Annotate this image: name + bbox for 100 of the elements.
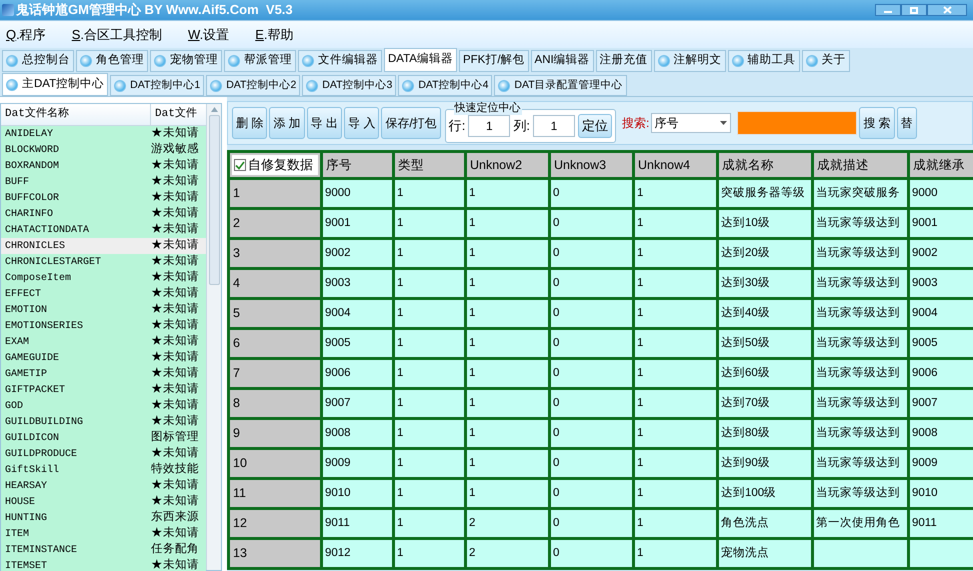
table-cell: 宠物洗点 [718,538,812,568]
tab[interactable]: PFK打/解包 [458,50,529,72]
list-row[interactable]: ITEMSET ★未知请 [1,558,206,571]
column-header[interactable]: 成就描述 [812,152,908,178]
file-description: ★未知请 [151,366,199,382]
auto-repair-checkbox[interactable] [234,159,246,171]
toolbar-button[interactable]: 导 入 [344,107,380,139]
tab[interactable]: DAT控制中心2 [206,75,300,96]
tab[interactable]: DATA编辑器 [384,48,457,72]
menu-item[interactable]: W.设置 [188,24,230,44]
table-cell: 角色洗点 [718,508,812,538]
row-field[interactable]: 1 [468,115,510,137]
file-description: ★未知请 [151,382,199,398]
search-field[interactable] [737,111,858,135]
minimize-button[interactable] [875,4,901,16]
bubble-icon [402,80,414,92]
tab[interactable]: 帮派管理 [224,50,296,72]
file-name: GIFTPACKET [4,384,66,398]
table-cell: 1 [634,418,718,448]
table-cell: 1 [466,208,550,238]
close-button[interactable] [927,4,967,16]
file-description: 特效技能 [151,462,199,478]
tab[interactable]: 文件编辑器 [298,50,382,72]
menu-item[interactable]: E.帮助 [255,24,294,44]
search-button[interactable]: 搜 索 [859,107,895,139]
table-cell: 当玩家等级达到 [812,328,908,358]
column-header[interactable]: 成就继承 [908,152,973,178]
table-cell: 1 [394,508,466,538]
row-header[interactable]: 9 [228,418,322,448]
tab[interactable]: 宠物管理 [150,50,222,72]
table-cell: 达到40级 [718,298,812,328]
table-cell: 1 [394,298,466,328]
toolbar-button[interactable]: 添 加 [269,107,305,139]
bubble-icon [6,78,18,90]
row-header[interactable]: 6 [228,328,322,358]
tab[interactable]: DAT控制中心3 [302,75,396,96]
table-cell: 9002 [908,238,973,268]
column-header[interactable]: 成就名称 [718,152,812,178]
row-header[interactable]: 1 [228,178,322,208]
table-cell: 9005 [322,328,394,358]
column-header[interactable]: Unknow2 [466,152,550,178]
tab[interactable]: 角色管理 [76,50,148,72]
tab[interactable]: 辅助工具 [728,50,800,72]
column-field[interactable]: 1 [532,115,575,137]
column-header[interactable]: Unknow3 [550,152,634,178]
toolbar-button[interactable]: 保存/打包 [381,107,441,139]
table-cell: 9009 [908,448,973,478]
file-name: GOD [4,400,24,414]
tab[interactable]: ANI编辑器 [530,50,594,72]
scrollbar[interactable] [206,104,221,570]
search-button[interactable]: 替 [896,107,917,139]
row-header[interactable]: 5 [228,298,322,328]
column-header[interactable]: 类型 [394,152,466,178]
table-cell: 0 [550,448,634,478]
file-description: ★未知请 [151,334,199,350]
column-header[interactable]: Dat文件 [151,104,206,125]
toolbar-button[interactable]: 导 出 [306,107,342,139]
tab[interactable]: 总控制台 [2,50,74,72]
column-header[interactable]: Unknow4 [634,152,718,178]
row-header[interactable]: 13 [228,538,322,568]
file-name: ITEMSET [4,560,48,571]
file-name: BOXRANDOM [4,160,60,174]
table-cell: 1 [634,538,718,568]
table-cell: 1 [394,358,466,388]
column-header[interactable]: Dat文件名称 [1,104,151,125]
row-header[interactable]: 11 [228,478,322,508]
close-icon [942,6,952,14]
row-header[interactable]: 12 [228,508,322,538]
tab[interactable]: DAT目录配置管理中心 [494,75,627,96]
file-name: GUILDICON [4,432,60,446]
table-cell: 1 [634,268,718,298]
maximize-button[interactable] [901,4,927,16]
tab[interactable]: 注解明文 [654,50,726,72]
toolbar-button[interactable]: 删 除 [232,107,268,139]
column-header[interactable]: 序号 [322,152,394,178]
table-cell: 1 [394,208,466,238]
menu-item[interactable]: Q.程序 [6,24,46,44]
row-header[interactable]: 2 [228,208,322,238]
menu-item[interactable]: S.合区工具控制 [72,24,162,44]
list-row[interactable]: CHRONICLES ★未知请 [1,238,206,254]
tab[interactable]: 注册充值 [596,50,652,72]
table-cell: 达到90级 [718,448,812,478]
row-header[interactable]: 10 [228,448,322,478]
tab[interactable]: DAT控制中心4 [398,75,492,96]
tab[interactable]: 关于 [802,50,850,72]
table-cell: 1 [394,478,466,508]
row-header[interactable]: 3 [228,238,322,268]
file-name: EMOTIONSERIES [4,320,84,334]
search-dropdown[interactable]: 序号 [651,113,732,133]
search-label: 搜索: [622,115,650,132]
row-header[interactable]: 4 [228,268,322,298]
locate-button[interactable]: 定位 [578,114,612,138]
file-name: ComposeItem [4,272,72,286]
tab[interactable]: DAT控制中心1 [110,75,204,96]
table-cell: 0 [550,298,634,328]
row-header[interactable]: 8 [228,388,322,418]
row-header[interactable]: 7 [228,358,322,388]
table-cell: 1 [394,268,466,298]
tab[interactable]: 主DAT控制中心 [2,73,108,96]
table-cell: 当玩家等级达到 [812,208,908,238]
